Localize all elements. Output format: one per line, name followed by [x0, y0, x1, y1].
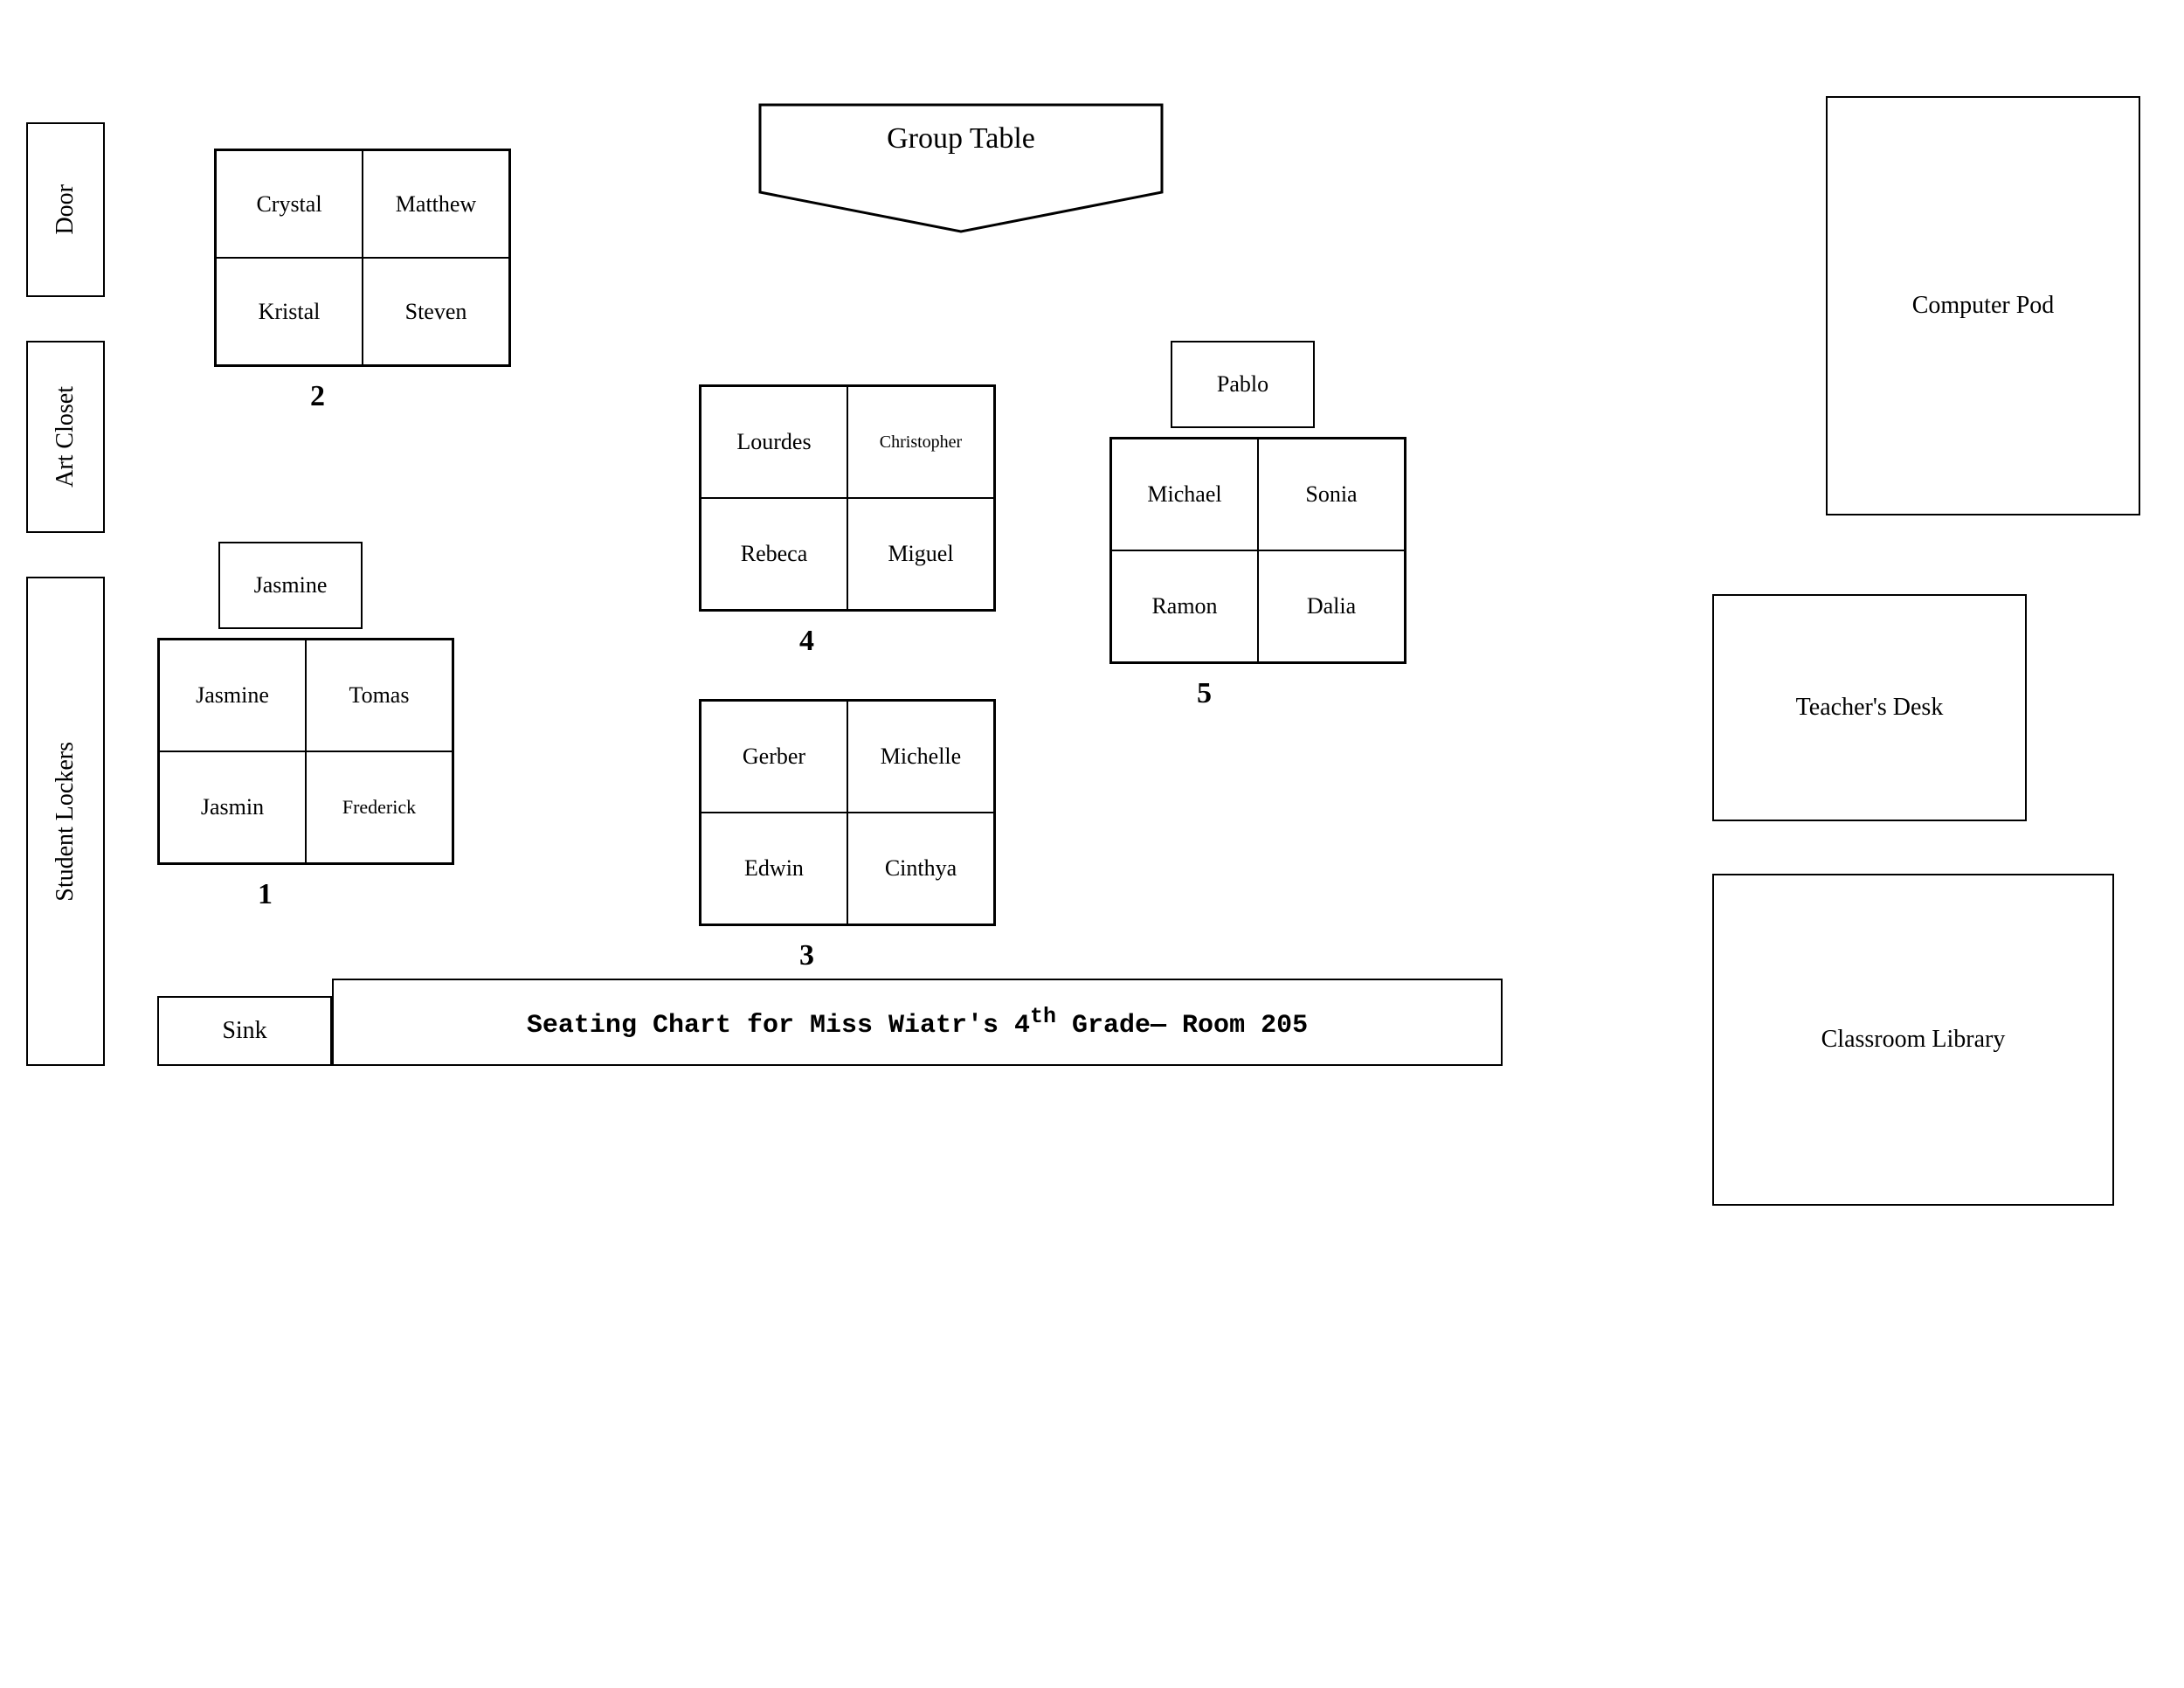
- art-closet: Art Closet: [26, 341, 105, 533]
- student-lockers: Student Lockers: [26, 577, 105, 1066]
- group-number-5: 5: [1197, 677, 1212, 710]
- desk-group-4: Lourdes Christopher Rebeca Miguel: [699, 384, 996, 612]
- group-number-1: 1: [258, 878, 273, 911]
- classroom-library: Classroom Library: [1712, 874, 2114, 1206]
- desk-tomas: Tomas: [306, 640, 453, 751]
- desk-group-2: Crystal Matthew Kristal Steven: [214, 149, 511, 367]
- desk-gerber: Gerber: [701, 701, 847, 813]
- desk-dalia: Dalia: [1258, 550, 1405, 662]
- desk-rebeca: Rebeca: [701, 498, 847, 610]
- sink: Sink: [157, 996, 332, 1066]
- desk-jasmine-single: Jasmine: [218, 542, 363, 629]
- desk-group-3: Gerber Michelle Edwin Cinthya: [699, 699, 996, 926]
- group-number-2: 2: [310, 380, 325, 413]
- desk-jasmin: Jasmin: [159, 751, 306, 863]
- desk-christopher: Christopher: [847, 386, 994, 498]
- desk-sonia: Sonia: [1258, 439, 1405, 550]
- desk-group-1: Jasmine Tomas Jasmin Frederick: [157, 638, 454, 865]
- title-text: Seating Chart for Miss Wiatr's 4th Grade…: [527, 1004, 1308, 1041]
- group-table: Group Table: [751, 96, 1171, 236]
- desk-michelle: Michelle: [847, 701, 994, 813]
- desk-group-5: Michael Sonia Ramon Dalia: [1109, 437, 1406, 664]
- desk-pablo-single: Pablo: [1171, 341, 1315, 428]
- desk-lourdes: Lourdes: [701, 386, 847, 498]
- desk-frederick: Frederick: [306, 751, 453, 863]
- title-box: Seating Chart for Miss Wiatr's 4th Grade…: [332, 979, 1503, 1066]
- desk-edwin: Edwin: [701, 813, 847, 924]
- teachers-desk: Teacher's Desk: [1712, 594, 2027, 821]
- door: Door: [26, 122, 105, 297]
- desk-matthew: Matthew: [363, 150, 509, 258]
- desk-ramon: Ramon: [1111, 550, 1258, 662]
- group-number-4: 4: [799, 625, 814, 658]
- desk-crystal: Crystal: [216, 150, 363, 258]
- group-number-3: 3: [799, 939, 814, 972]
- desk-cinthya: Cinthya: [847, 813, 994, 924]
- desk-michael: Michael: [1111, 439, 1258, 550]
- desk-miguel: Miguel: [847, 498, 994, 610]
- desk-steven: Steven: [363, 258, 509, 365]
- desk-kristal: Kristal: [216, 258, 363, 365]
- desk-jasmine: Jasmine: [159, 640, 306, 751]
- computer-pod: Computer Pod: [1826, 96, 2140, 515]
